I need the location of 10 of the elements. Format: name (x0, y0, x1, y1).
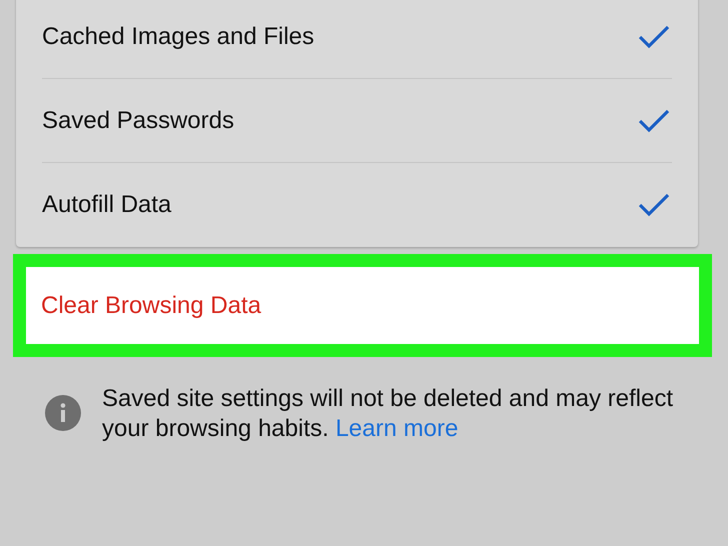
option-label: Autofill Data (42, 190, 172, 220)
clear-browsing-data-button[interactable]: Clear Browsing Data (26, 267, 699, 344)
checkmark-icon[interactable] (638, 108, 670, 134)
checkmark-icon[interactable] (638, 24, 670, 50)
info-icon (45, 395, 81, 431)
checkmark-icon[interactable] (638, 192, 670, 218)
option-label: Saved Passwords (42, 106, 234, 136)
learn-more-link[interactable]: Learn more (335, 415, 458, 442)
info-text: Saved site settings will not be deleted and may reflect your browsing habits. Learn more (102, 384, 674, 444)
option-label: Cached Images and Files (42, 22, 314, 52)
